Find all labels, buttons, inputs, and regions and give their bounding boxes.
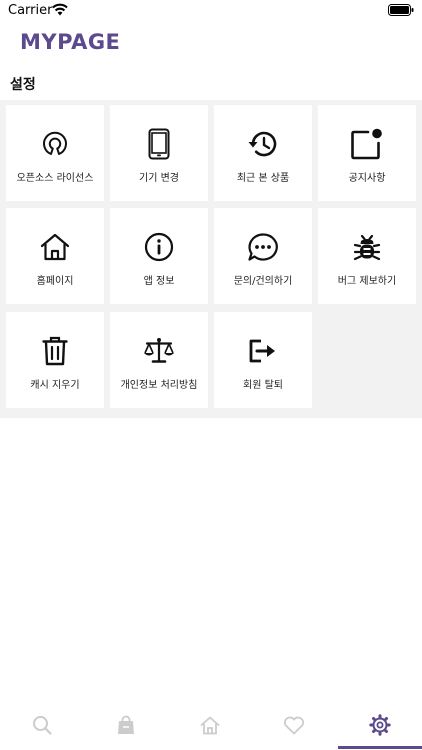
tab-home[interactable] [168, 700, 252, 750]
tile-label: 캐시 지우기 [30, 380, 80, 391]
tile-label: 홈페이지 [36, 276, 74, 287]
open-source-icon [43, 131, 67, 155]
tile-privacy-policy[interactable]: 개인정보 처리방침 [110, 312, 208, 408]
active-tab-indicator [338, 746, 422, 749]
search-icon [33, 716, 52, 735]
home-icon [200, 716, 220, 734]
tile-label: 기기 변경 [139, 173, 179, 184]
tile-label: 개인정보 처리방침 [120, 380, 198, 391]
scale-icon [144, 338, 174, 363]
shopping-bag-icon [118, 715, 134, 734]
wifi-icon [52, 3, 68, 16]
tile-homepage[interactable]: 홈페이지 [6, 208, 104, 304]
history-icon [248, 131, 277, 157]
info-icon [144, 232, 174, 262]
tile-label: 공지사항 [348, 173, 386, 184]
tile-label: 회원 탈퇴 [243, 380, 283, 391]
chat-icon [248, 233, 278, 261]
status-bar: Carrier [0, 0, 422, 22]
page-title: MYPAGE [20, 30, 121, 54]
notification-icon [351, 128, 382, 160]
tile-withdraw-membership[interactable]: 회원 탈퇴 [214, 312, 312, 408]
carrier-label: Carrier [8, 3, 53, 18]
tile-device-change[interactable]: 기기 변경 [110, 105, 208, 201]
tile-recent-products[interactable]: 최근 본 상품 [214, 105, 312, 201]
tile-label: 문의/건의하기 [233, 276, 293, 287]
tab-settings[interactable] [338, 700, 422, 750]
phone-icon [148, 128, 170, 160]
tile-label: 버그 제보하기 [337, 276, 397, 287]
section-title-settings: 설정 [10, 77, 36, 93]
tile-open-source-license[interactable]: 오픈소스 라이선스 [6, 105, 104, 201]
logout-icon [249, 339, 275, 363]
battery-icon [388, 4, 414, 16]
trash-icon [42, 336, 68, 366]
tile-bug-report[interactable]: 버그 제보하기 [318, 208, 416, 304]
tile-label: 오픈소스 라이선스 [16, 173, 94, 184]
tab-bar [0, 700, 422, 750]
tab-favorites[interactable] [252, 700, 336, 750]
tile-clear-cache[interactable]: 캐시 지우기 [6, 312, 104, 408]
tab-shopping[interactable] [84, 700, 168, 750]
tile-inquiry[interactable]: 문의/건의하기 [214, 208, 312, 304]
heart-icon [283, 716, 305, 734]
gear-icon [369, 714, 391, 736]
tile-app-info[interactable]: 앱 정보 [110, 208, 208, 304]
bug-icon [353, 234, 381, 261]
tile-label: 최근 본 상품 [236, 173, 290, 184]
tab-search[interactable] [0, 700, 84, 750]
home-icon [40, 233, 70, 261]
tile-notice[interactable]: 공지사항 [318, 105, 416, 201]
tile-label: 앱 정보 [143, 276, 175, 287]
